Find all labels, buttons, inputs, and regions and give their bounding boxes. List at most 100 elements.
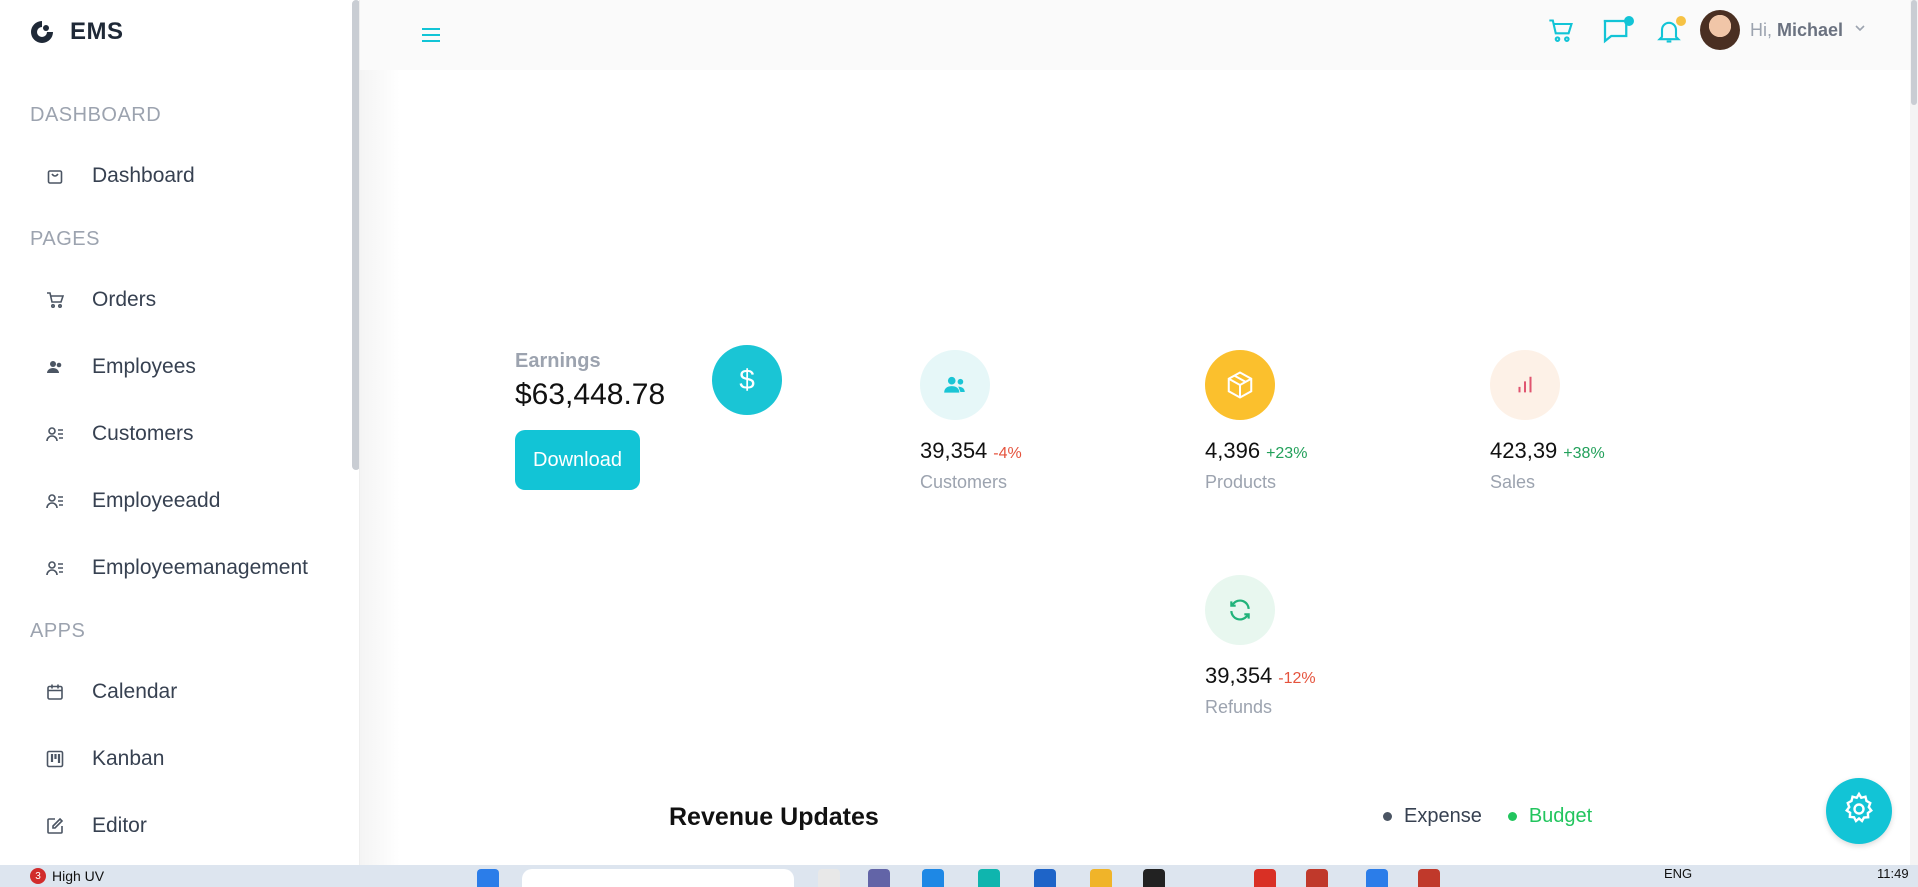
folder-icon[interactable] xyxy=(1090,869,1112,887)
user-list-icon xyxy=(44,423,66,445)
stat-value: 39,354 xyxy=(1205,663,1273,688)
edit-icon xyxy=(44,815,66,837)
stat-value-row: 39,354 -12% xyxy=(1205,663,1316,689)
legend-item-budget: Budget xyxy=(1507,805,1592,828)
stat-label: Refunds xyxy=(1205,697,1273,717)
download-button[interactable]: Download xyxy=(515,430,640,490)
chrome-icon[interactable] xyxy=(1254,869,1276,887)
chrome-profile-icon[interactable] xyxy=(1306,869,1328,887)
weather-text: High UV xyxy=(52,868,105,884)
section-title-apps: APPS xyxy=(30,620,86,642)
cart-icon xyxy=(44,289,66,311)
kanban-icon xyxy=(44,748,66,770)
stat-label: Sales xyxy=(1490,472,1536,492)
sidebar-item-calendar[interactable]: Calendar xyxy=(44,680,177,704)
box-icon xyxy=(1205,350,1275,420)
stat-value: 4,396 xyxy=(1205,438,1261,463)
sidebar-item-employeemanagement[interactable]: Employeemanagement xyxy=(44,556,308,580)
logo-icon xyxy=(28,18,56,46)
topbar: Hi, Michael xyxy=(360,0,1910,70)
legend-label: Expense xyxy=(1404,805,1482,827)
language-indicator[interactable]: ENG xyxy=(1664,866,1692,881)
legend-bullet xyxy=(1383,812,1392,821)
sidebar-item-label: Calendar xyxy=(92,680,178,703)
weather-widget[interactable]: 3 High UV xyxy=(30,868,104,884)
taskbar-search[interactable] xyxy=(522,869,794,887)
vscode-icon[interactable] xyxy=(1366,869,1388,887)
sidebar-item-kanban[interactable]: Kanban xyxy=(44,747,164,771)
menu-toggle-button[interactable] xyxy=(416,20,446,50)
stat-sales: 423,39 +38% Sales xyxy=(1490,350,1690,492)
stat-label: Customers xyxy=(920,472,1008,492)
legend-bullet xyxy=(1507,812,1517,821)
sidebar-item-editor[interactable]: Editor xyxy=(44,814,147,838)
user-list-icon xyxy=(44,490,66,512)
app-icon[interactable] xyxy=(922,869,944,887)
user-list-icon xyxy=(44,557,66,579)
clock[interactable]: 11:49 xyxy=(1877,866,1909,881)
chrome-profile-icon[interactable] xyxy=(1418,869,1440,887)
stat-change: -4% xyxy=(993,445,1022,462)
chat-button[interactable] xyxy=(1598,16,1634,50)
avatar xyxy=(1700,10,1740,50)
section-title-dashboard: DASHBOARD xyxy=(30,104,162,126)
file-icon[interactable] xyxy=(818,869,840,887)
stat-value-row: 39,354 -4% xyxy=(920,438,1022,464)
brand-name: EMS xyxy=(70,18,124,45)
edge-icon[interactable] xyxy=(978,869,1000,887)
section-title-pages: PAGES xyxy=(30,228,100,250)
weather-badge: 3 xyxy=(30,868,46,884)
user-greeting: Hi, Michael xyxy=(1750,20,1843,41)
legend-item-expense: Expense xyxy=(1383,805,1482,828)
sidebar-item-label: Orders xyxy=(92,288,157,311)
sidebar-item-label: Employeeadd xyxy=(92,489,221,512)
sidebar-item-label: Editor xyxy=(92,814,147,837)
stat-customers: 39,354 -4% Customers xyxy=(920,350,1120,492)
sidebar-item-employees[interactable]: Employees xyxy=(44,355,196,379)
dollar-icon: $ xyxy=(712,345,782,415)
sidebar-item-employeeadd[interactable]: Employeeadd xyxy=(44,489,220,513)
settings-button[interactable] xyxy=(1826,778,1892,844)
app-icon[interactable] xyxy=(1143,869,1165,887)
stat-value: 423,39 xyxy=(1490,438,1558,463)
revenue-legend: Expense Budget xyxy=(1383,805,1592,828)
stat-products: 4,396 +23% Products xyxy=(1205,350,1405,492)
page-scrollbar[interactable] xyxy=(1910,0,1918,865)
stat-change: -12% xyxy=(1278,670,1316,687)
stat-change: +38% xyxy=(1563,445,1605,462)
people-icon xyxy=(44,356,66,378)
teams-icon[interactable] xyxy=(868,869,890,887)
chat-notification-dot xyxy=(1624,16,1634,26)
os-taskbar: 3 High UV ENG 11:49 xyxy=(0,865,1918,887)
sidebar-item-customers[interactable]: Customers xyxy=(44,422,194,446)
sidebar-item-label: Dashboard xyxy=(92,164,195,187)
sidebar-item-label: Employeemanagement xyxy=(92,556,308,579)
brand-logo[interactable]: EMS xyxy=(28,18,124,46)
stat-change: +23% xyxy=(1266,445,1308,462)
shopping-bag-icon xyxy=(44,165,66,187)
sidebar-item-orders[interactable]: Orders xyxy=(44,288,156,312)
sidebar-item-dashboard[interactable]: Dashboard xyxy=(44,164,195,188)
sidebar-item-label: Employees xyxy=(92,355,196,378)
calendar-icon xyxy=(44,681,66,703)
sidebar-scrollbar[interactable] xyxy=(352,0,359,470)
stat-value-row: 4,396 +23% xyxy=(1205,438,1307,464)
cart-icon xyxy=(1547,17,1575,50)
stat-value-row: 423,39 +38% xyxy=(1490,438,1605,464)
cart-button[interactable] xyxy=(1544,16,1578,50)
revenue-updates-title: Revenue Updates xyxy=(669,803,879,831)
user-profile-menu[interactable]: Hi, Michael xyxy=(1700,10,1867,50)
chevron-down-icon xyxy=(1853,21,1867,40)
bell-notification-dot xyxy=(1676,16,1686,26)
user-name: Michael xyxy=(1777,19,1844,40)
refresh-icon xyxy=(1205,575,1275,645)
earnings-label: Earnings xyxy=(515,350,601,372)
main-content: Earnings $63,448.78 $ Download 39,354 -4%… xyxy=(360,70,1910,865)
sidebar-item-label: Customers xyxy=(92,422,194,445)
greeting-text: Hi, xyxy=(1750,19,1772,40)
windows-start-icon[interactable] xyxy=(477,869,499,887)
store-icon[interactable] xyxy=(1034,869,1056,887)
stat-refunds: 39,354 -12% Refunds xyxy=(1205,575,1405,717)
notifications-button[interactable] xyxy=(1652,16,1686,50)
page-scrollbar-thumb[interactable] xyxy=(1911,0,1917,105)
